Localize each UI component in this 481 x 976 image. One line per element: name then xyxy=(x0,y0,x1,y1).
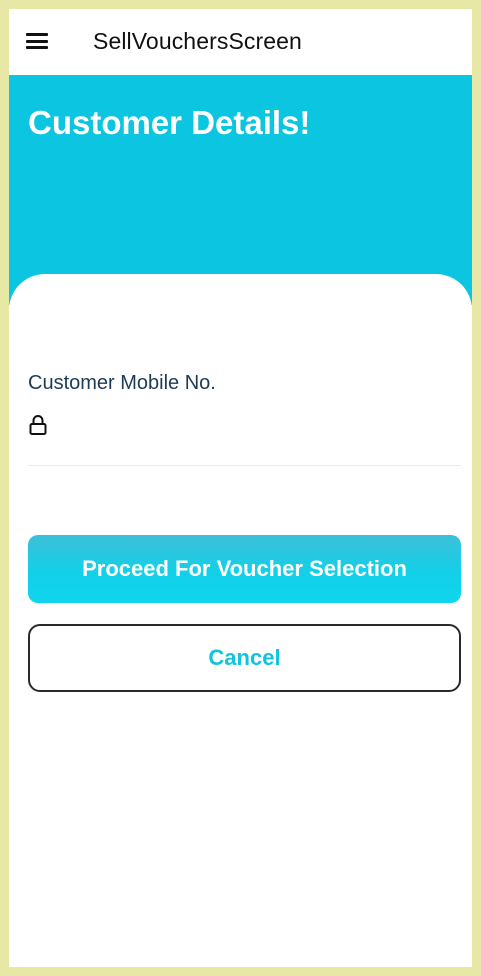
lock-icon xyxy=(29,415,47,435)
cancel-button[interactable]: Cancel xyxy=(28,624,461,692)
page-title: Customer Details! xyxy=(28,104,311,141)
input-underline xyxy=(28,465,461,466)
hamburger-menu-icon[interactable] xyxy=(26,30,48,52)
menu-line xyxy=(26,46,48,49)
menu-line xyxy=(26,39,48,43)
mobile-number-input[interactable] xyxy=(57,408,457,442)
screen-title: SellVouchersScreen xyxy=(93,28,302,54)
mobile-number-label: Customer Mobile No. xyxy=(28,372,216,394)
app-bar: SellVouchersScreen xyxy=(9,9,472,75)
proceed-voucher-selection-button[interactable]: Proceed For Voucher Selection xyxy=(28,535,461,603)
app-screen: SellVouchersScreen Customer Details! Cus… xyxy=(0,0,481,976)
menu-line xyxy=(26,33,48,36)
customer-details-card: Customer Mobile No. Proceed For Voucher … xyxy=(9,274,472,967)
